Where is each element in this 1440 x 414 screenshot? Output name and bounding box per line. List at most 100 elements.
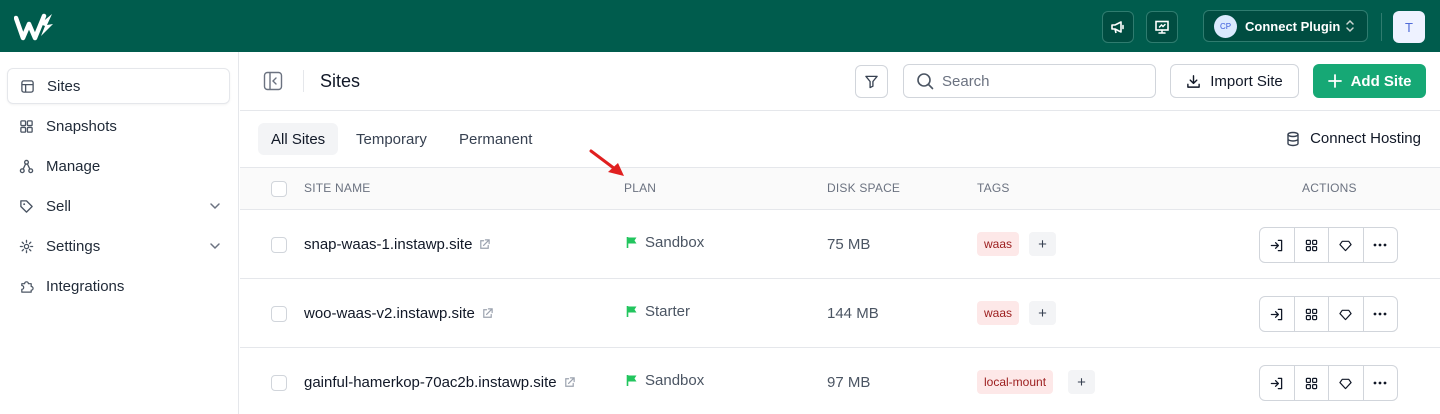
site-tag[interactable]: waas: [977, 232, 1020, 256]
table-row[interactable]: gainful-hamerkop-70ac2b.instawp.site San…: [240, 348, 1440, 414]
column-header-plan[interactable]: PLAN: [624, 181, 656, 195]
site-name: gainful-hamerkop-70ac2b.instawp.site: [304, 374, 557, 391]
column-header-actions: ACTIONS: [1302, 181, 1357, 195]
site-tag[interactable]: local-mount: [977, 370, 1054, 394]
header-divider: [303, 70, 304, 92]
plan-name: Sandbox: [645, 372, 705, 389]
top-bar: CP Connect Plugin T: [0, 0, 1440, 52]
database-icon: [1287, 131, 1299, 146]
reserve-button[interactable]: [1329, 228, 1364, 262]
connect-hosting-label: Connect Hosting: [1310, 130, 1421, 147]
flag-icon: [626, 306, 637, 317]
sites-table: SITE NAME PLAN DISK SPACE TAGS ACTIONS s…: [240, 168, 1440, 414]
connect-hosting-button[interactable]: Connect Hosting: [1285, 130, 1421, 147]
disk-space: 144 MB: [827, 305, 879, 322]
plan-cell: Starter: [626, 303, 690, 320]
dashboard-button[interactable]: [1295, 228, 1329, 262]
login-button[interactable]: [1260, 297, 1295, 331]
user-avatar[interactable]: T: [1393, 11, 1425, 43]
add-tag-button[interactable]: +: [1068, 370, 1095, 394]
sidebar-item-settings[interactable]: Settings: [7, 228, 230, 264]
table-row[interactable]: woo-waas-v2.instawp.site Starter 144 MB …: [240, 279, 1440, 348]
tag-icon: [18, 198, 34, 214]
import-site-button[interactable]: Import Site: [1170, 64, 1299, 98]
table-header: SITE NAME PLAN DISK SPACE TAGS ACTIONS: [240, 168, 1440, 210]
connect-plugin-avatar: CP: [1214, 14, 1237, 38]
chevron-updown-icon: [1346, 19, 1354, 33]
more-options-button[interactable]: [1364, 366, 1398, 400]
presentation-icon: [1155, 20, 1169, 34]
add-tag-button[interactable]: +: [1029, 301, 1056, 325]
table-row[interactable]: snap-waas-1.instawp.site Sandbox 75 MB w…: [240, 210, 1440, 279]
more-options-button[interactable]: [1364, 297, 1398, 331]
connect-plugin-label: Connect Plugin: [1245, 18, 1341, 34]
more-horizontal-icon: [1373, 243, 1387, 247]
sidebar-item-snapshots[interactable]: Snapshots: [7, 108, 230, 144]
sidebar-item-sell[interactable]: Sell: [7, 188, 230, 224]
chevron-down-icon[interactable]: [208, 199, 222, 213]
sidebar-item-manage[interactable]: Manage: [7, 148, 230, 184]
row-checkbox[interactable]: [271, 237, 287, 253]
site-name-link[interactable]: woo-waas-v2.instawp.site: [304, 305, 494, 322]
login-icon: [1270, 239, 1283, 251]
search-icon: [917, 73, 934, 90]
dashboard-button[interactable]: [1295, 366, 1329, 400]
disk-space: 97 MB: [827, 374, 871, 391]
grid-icon: [1305, 308, 1317, 320]
select-all-checkbox[interactable]: [271, 181, 287, 197]
search-input[interactable]: [942, 72, 1142, 90]
row-checkbox[interactable]: [271, 306, 287, 322]
plan-name: Starter: [645, 303, 691, 320]
column-header-disk-space[interactable]: DISK SPACE: [827, 181, 900, 195]
site-name-link[interactable]: snap-waas-1.instawp.site: [304, 236, 491, 253]
instawp-logo[interactable]: [14, 12, 54, 42]
sidebar-item-label: Sell: [46, 197, 72, 215]
flag-icon: [626, 375, 637, 386]
external-link-icon[interactable]: [563, 376, 576, 389]
login-button[interactable]: [1260, 228, 1295, 262]
add-site-button[interactable]: Add Site: [1313, 64, 1426, 98]
connect-plugin-dropdown[interactable]: CP Connect Plugin: [1203, 10, 1368, 42]
gem-icon: [1339, 378, 1352, 389]
row-checkbox[interactable]: [271, 375, 287, 391]
external-link-icon[interactable]: [478, 238, 491, 251]
row-actions: [1259, 227, 1398, 263]
download-icon: [1187, 74, 1201, 88]
sidebar-item-integrations[interactable]: Integrations: [7, 268, 230, 304]
external-link-icon[interactable]: [481, 307, 494, 320]
tab-permanent[interactable]: Permanent: [446, 123, 545, 155]
login-button[interactable]: [1260, 366, 1295, 400]
more-options-button[interactable]: [1364, 228, 1398, 262]
column-header-site-name[interactable]: SITE NAME: [304, 181, 370, 195]
tab-temporary[interactable]: Temporary: [343, 123, 440, 155]
filter-icon: [865, 75, 878, 89]
annotation-arrow-icon: [589, 149, 624, 176]
announcements-button[interactable]: [1102, 11, 1134, 43]
grid-icon: [1305, 239, 1317, 251]
sidebar-item-label: Sites: [47, 77, 81, 95]
row-actions: [1259, 365, 1398, 401]
presentation-button[interactable]: [1146, 11, 1178, 43]
site-tabs: All Sites Temporary Permanent Connect Ho…: [240, 111, 1440, 168]
filter-button[interactable]: [855, 65, 888, 98]
sidebar-item-sites[interactable]: Sites: [7, 68, 230, 104]
sidebar-item-label: Snapshots: [46, 117, 117, 135]
layout-icon: [19, 78, 35, 94]
reserve-button[interactable]: [1329, 366, 1364, 400]
hierarchy-icon: [18, 158, 34, 174]
reserve-button[interactable]: [1329, 297, 1364, 331]
column-header-tags: TAGS: [977, 181, 1010, 195]
sidebar-item-label: Settings: [46, 237, 101, 255]
tab-all-sites[interactable]: All Sites: [258, 123, 339, 155]
dashboard-button[interactable]: [1295, 297, 1329, 331]
add-tag-button[interactable]: +: [1029, 232, 1056, 256]
page-title: Sites: [320, 71, 361, 91]
site-name-link[interactable]: gainful-hamerkop-70ac2b.instawp.site: [304, 374, 576, 391]
chevron-down-icon[interactable]: [208, 239, 222, 253]
sidebar-toggle-icon[interactable]: [263, 71, 283, 91]
disk-space: 75 MB: [827, 236, 871, 253]
gem-icon: [1339, 309, 1352, 320]
search-box[interactable]: [903, 64, 1156, 98]
site-tag[interactable]: waas: [977, 301, 1020, 325]
plan-cell: Sandbox: [626, 234, 704, 251]
